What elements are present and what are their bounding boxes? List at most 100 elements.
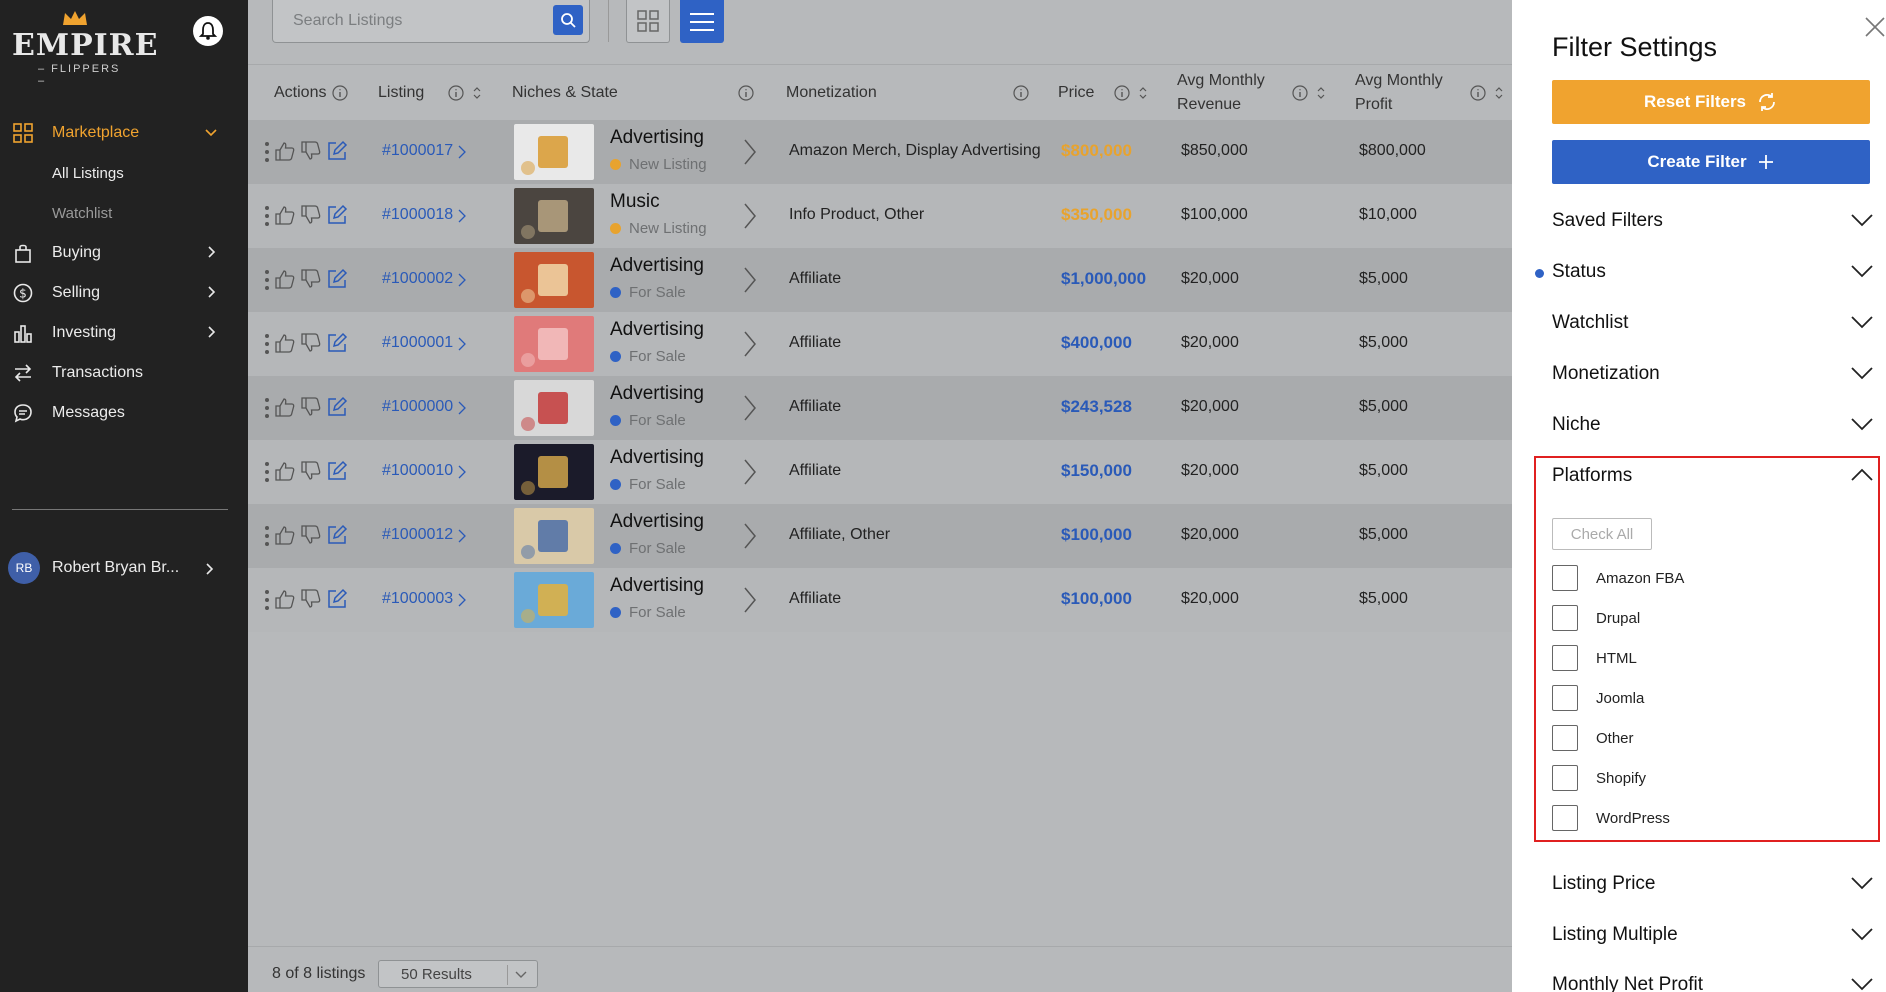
results-per-page-select[interactable]: 50 Results (378, 960, 538, 988)
platform-checkbox-row[interactable]: Shopify (1552, 763, 1852, 793)
table-row[interactable]: #1000000 Advertising For Sale Affiliate … (248, 376, 1512, 440)
thumbs-down-icon[interactable] (300, 332, 322, 354)
create-filter-button[interactable]: Create Filter (1552, 140, 1870, 184)
listing-thumbnail[interactable] (514, 188, 594, 244)
drag-handle-icon[interactable] (264, 140, 270, 164)
info-icon[interactable] (1013, 85, 1029, 101)
table-row[interactable]: #1000012 Advertising For Sale Affiliate,… (248, 504, 1512, 568)
edit-icon[interactable] (326, 332, 348, 354)
listing-id-link[interactable]: #1000003 (382, 590, 453, 608)
table-row[interactable]: #1000010 Advertising For Sale Affiliate … (248, 440, 1512, 504)
chevron-right-icon[interactable] (743, 586, 757, 614)
edit-icon[interactable] (326, 268, 348, 290)
drag-handle-icon[interactable] (264, 268, 270, 292)
drag-handle-icon[interactable] (264, 332, 270, 356)
col-profit[interactable]: Avg Monthly Profit (1355, 65, 1443, 121)
sort-icon[interactable] (1494, 85, 1504, 101)
info-icon[interactable] (738, 85, 754, 101)
listing-thumbnail[interactable] (514, 252, 594, 308)
platform-checkbox-row[interactable]: Drupal (1552, 603, 1852, 633)
platform-checkbox-row[interactable]: WordPress (1552, 803, 1852, 833)
info-icon[interactable] (448, 85, 464, 101)
search-button[interactable] (553, 5, 583, 35)
reset-filters-button[interactable]: Reset Filters (1552, 80, 1870, 124)
sort-icon[interactable] (1316, 85, 1326, 101)
listing-id-link[interactable]: #1000012 (382, 526, 453, 544)
checkbox[interactable] (1552, 725, 1578, 751)
checkbox[interactable] (1552, 645, 1578, 671)
listing-id-link[interactable]: #1000001 (382, 334, 453, 352)
platform-checkbox-row[interactable]: Joomla (1552, 683, 1852, 713)
grid-view-button[interactable] (626, 0, 670, 43)
table-row[interactable]: #1000002 Advertising For Sale Affiliate … (248, 248, 1512, 312)
list-view-button[interactable] (680, 0, 724, 43)
table-row[interactable]: #1000018 Music New Listing Info Product,… (248, 184, 1512, 248)
sort-icon[interactable] (1138, 85, 1148, 101)
platform-checkbox-row[interactable]: Amazon FBA (1552, 563, 1852, 593)
table-row[interactable]: #1000001 Advertising For Sale Affiliate … (248, 312, 1512, 376)
thumbs-down-icon[interactable] (300, 460, 322, 482)
col-listing[interactable]: Listing (378, 65, 424, 121)
filter-section-niche[interactable]: Niche (1552, 410, 1874, 440)
sidebar-item-marketplace[interactable]: Marketplace (0, 113, 248, 153)
table-row[interactable]: #1000017 Advertising New Listing Amazon … (248, 120, 1512, 184)
col-revenue[interactable]: Avg Monthly Revenue (1177, 65, 1265, 121)
edit-icon[interactable] (326, 588, 348, 610)
chevron-right-icon[interactable] (743, 266, 757, 294)
chevron-right-icon[interactable] (743, 394, 757, 422)
col-price[interactable]: Price (1058, 65, 1094, 121)
thumbs-down-icon[interactable] (300, 588, 322, 610)
drag-handle-icon[interactable] (264, 204, 270, 228)
thumbs-up-icon[interactable] (274, 396, 296, 418)
info-icon[interactable] (1470, 85, 1486, 101)
sidebar-item-messages[interactable]: Messages (0, 393, 248, 433)
thumbs-down-icon[interactable] (300, 396, 322, 418)
thumbs-up-icon[interactable] (274, 268, 296, 290)
filter-section-status[interactable]: Status (1535, 257, 1874, 287)
notifications-button[interactable] (193, 16, 223, 46)
filter-section-listing-price[interactable]: Listing Price (1552, 869, 1874, 899)
info-icon[interactable] (1114, 85, 1130, 101)
col-monetization[interactable]: Monetization (786, 65, 877, 121)
thumbs-down-icon[interactable] (300, 268, 322, 290)
chevron-right-icon[interactable] (743, 202, 757, 230)
thumbs-up-icon[interactable] (274, 524, 296, 546)
listing-id-link[interactable]: #1000018 (382, 206, 453, 224)
drag-handle-icon[interactable] (264, 396, 270, 420)
filter-section-watchlist[interactable]: Watchlist (1552, 308, 1874, 338)
listing-id-link[interactable]: #1000010 (382, 462, 453, 480)
sidebar-item-buying[interactable]: Buying (0, 233, 248, 273)
listing-thumbnail[interactable] (514, 124, 594, 180)
thumbs-up-icon[interactable] (274, 588, 296, 610)
chevron-right-icon[interactable] (743, 458, 757, 486)
chevron-right-icon[interactable] (743, 330, 757, 358)
thumbs-up-icon[interactable] (274, 332, 296, 354)
user-menu[interactable]: RB Robert Bryan Br... (8, 550, 238, 586)
drag-handle-icon[interactable] (264, 524, 270, 548)
listing-id-link[interactable]: #1000000 (382, 398, 453, 416)
drag-handle-icon[interactable] (264, 588, 270, 612)
listing-thumbnail[interactable] (514, 444, 594, 500)
chevron-right-icon[interactable] (743, 138, 757, 166)
sidebar-item-selling[interactable]: $ Selling (0, 273, 248, 313)
info-icon[interactable] (1292, 85, 1308, 101)
empire-flippers-logo[interactable]: EMPIRE – FLIPPERS – (12, 10, 157, 87)
sidebar-item-transactions[interactable]: Transactions (0, 353, 248, 393)
platform-checkbox-row[interactable]: HTML (1552, 643, 1852, 673)
edit-icon[interactable] (326, 460, 348, 482)
close-icon[interactable] (1864, 16, 1886, 38)
checkbox[interactable] (1552, 765, 1578, 791)
listing-thumbnail[interactable] (514, 380, 594, 436)
filter-section-monetization[interactable]: Monetization (1552, 359, 1874, 389)
thumbs-up-icon[interactable] (274, 204, 296, 226)
sidebar-item-watchlist[interactable]: Watchlist (0, 193, 248, 233)
search-input[interactable] (293, 12, 523, 30)
edit-icon[interactable] (326, 396, 348, 418)
checkbox[interactable] (1552, 685, 1578, 711)
listing-thumbnail[interactable] (514, 316, 594, 372)
listing-id-link[interactable]: #1000017 (382, 142, 453, 160)
filter-section-monthly-net-profit[interactable]: Monthly Net Profit (1552, 970, 1874, 992)
sidebar-item-all-listings[interactable]: All Listings (0, 153, 248, 193)
edit-icon[interactable] (326, 204, 348, 226)
thumbs-up-icon[interactable] (274, 460, 296, 482)
